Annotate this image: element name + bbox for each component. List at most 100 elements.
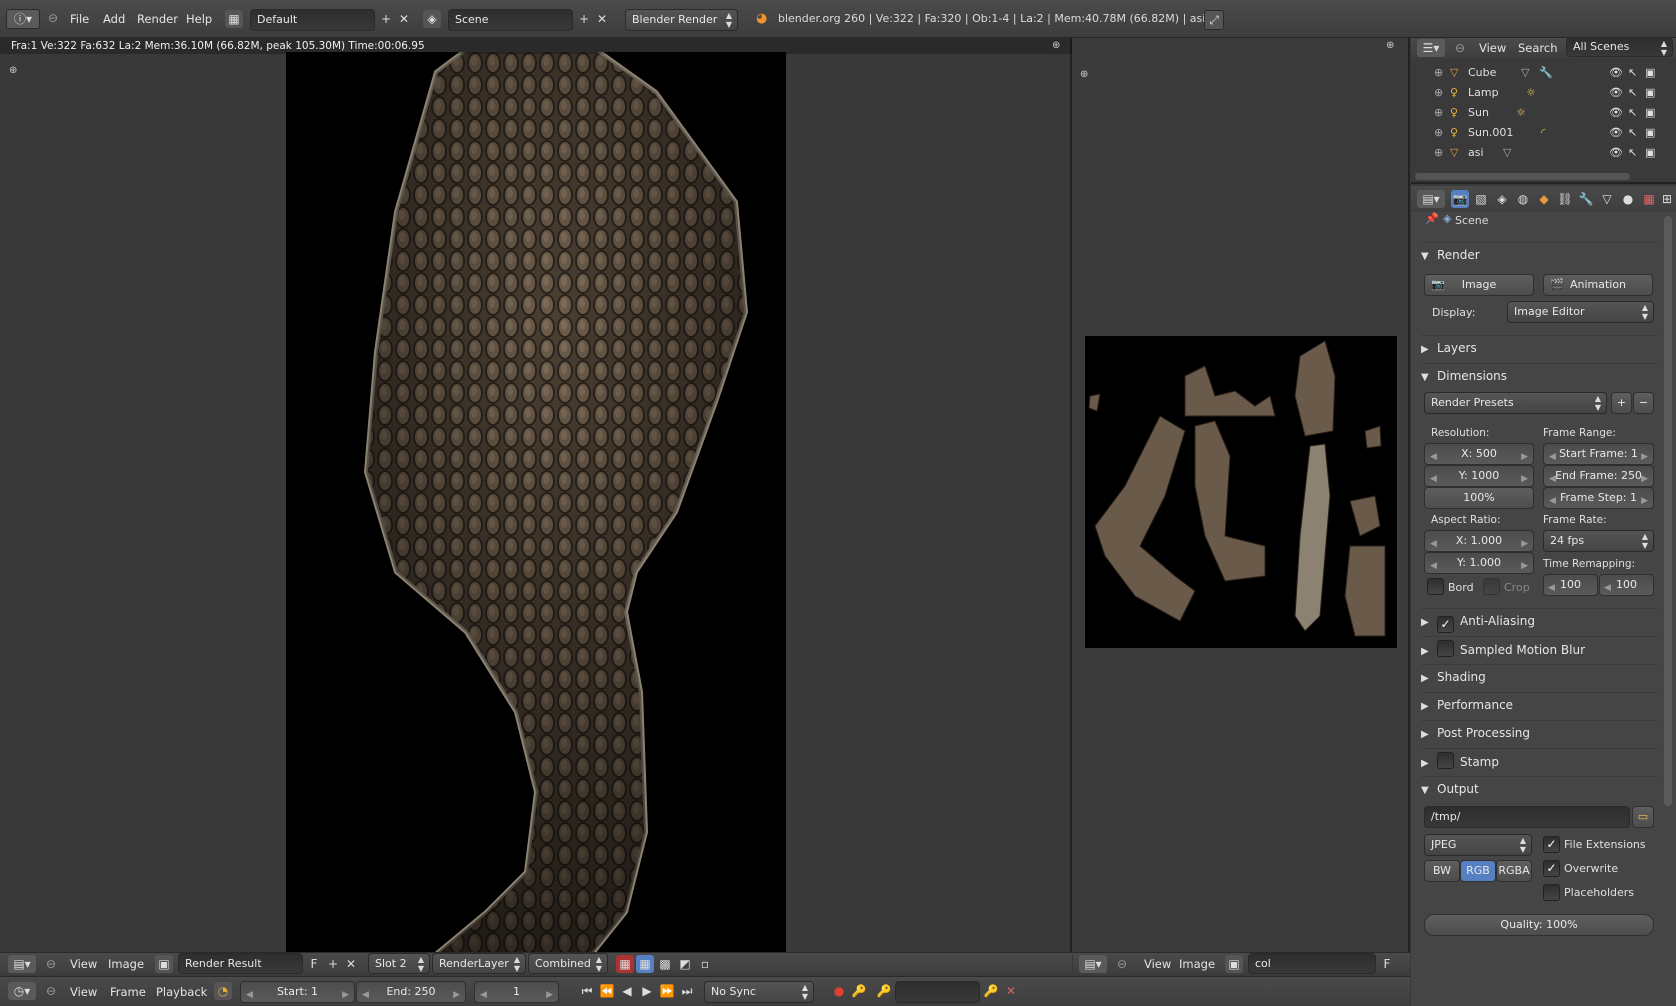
active-keying-set-icon[interactable]: 🔑: [875, 982, 893, 1000]
selectable-cursor-icon[interactable]: ↖: [1628, 83, 1637, 103]
insert-keyframe-icon[interactable]: 🔑: [982, 982, 1000, 1000]
image-browse-icon[interactable]: ▣: [1225, 955, 1243, 973]
fullscreen-icon[interactable]: ⤢: [1204, 10, 1224, 30]
data-context-icon[interactable]: ▽: [1598, 190, 1616, 208]
selectable-cursor-icon[interactable]: ↖: [1628, 63, 1637, 83]
increment-arrow-icon[interactable]: ▶: [1641, 491, 1648, 511]
expand-icon[interactable]: ⊕: [1434, 143, 1443, 163]
menu-render[interactable]: Render: [137, 12, 178, 26]
decrement-arrow-icon[interactable]: ◀: [1430, 534, 1437, 554]
menu-image[interactable]: Image: [1179, 957, 1215, 971]
visibility-eye-icon[interactable]: 👁: [1609, 103, 1623, 123]
jump-keyframe-forward-icon[interactable]: ⏩: [658, 982, 676, 1000]
menu-view[interactable]: View: [1144, 957, 1171, 971]
physics-context-icon[interactable]: ⊞: [1658, 190, 1676, 208]
texture-context-icon[interactable]: ▦: [1640, 190, 1658, 208]
panel-motion-blur-header[interactable]: ▶ Sampled Motion Blur: [1421, 636, 1657, 661]
start-frame-field[interactable]: ◀ Start: 1 ▶: [240, 981, 355, 1003]
remove-layout-icon[interactable]: ✕: [395, 10, 413, 28]
fake-user-button[interactable]: F: [305, 955, 323, 973]
editor-type-properties-icon[interactable]: ▤▾: [1417, 190, 1445, 208]
renderable-camera-icon[interactable]: ▣: [1645, 103, 1655, 123]
increment-arrow-icon[interactable]: ▶: [1521, 447, 1528, 467]
visibility-eye-icon[interactable]: 👁: [1609, 83, 1623, 103]
collapse-menu-icon[interactable]: ⊖: [44, 9, 62, 27]
menu-view[interactable]: View: [1479, 41, 1506, 55]
add-preset-button[interactable]: +: [1611, 392, 1632, 414]
file-format-select[interactable]: JPEG ▲ ▼: [1424, 834, 1532, 856]
decrement-arrow-icon[interactable]: ◀: [1430, 469, 1437, 489]
scene-context-icon[interactable]: ◈: [1493, 190, 1511, 208]
slot-select[interactable]: Slot 2 ▲ ▼: [368, 953, 430, 974]
resolution-y-field[interactable]: ◀ Y: 1000 ▶: [1424, 465, 1534, 487]
region-plus-icon[interactable]: ⊕: [9, 65, 17, 76]
image-editor-render[interactable]: Fra:1 Ve:322 Fa:632 La:2 Mem:36.10M (66.…: [0, 38, 1072, 975]
folder-browse-icon[interactable]: ▭: [1632, 806, 1654, 828]
outliner-item[interactable]: ⊕ ▽ asi ▽ 👁 ↖ ▣: [1411, 143, 1676, 163]
play-icon[interactable]: ▶: [638, 982, 656, 1000]
expand-icon[interactable]: ⊕: [1434, 63, 1443, 83]
object-context-icon[interactable]: ◆: [1535, 190, 1553, 208]
modifiers-context-icon[interactable]: 🔧: [1577, 190, 1595, 208]
keying-set-field[interactable]: [895, 981, 980, 1003]
render-animation-button[interactable]: 🎬 Animation: [1543, 274, 1653, 296]
increment-arrow-icon[interactable]: ▶: [453, 985, 460, 1005]
decrement-arrow-icon[interactable]: ◀: [1549, 491, 1556, 511]
time-remap-new-field[interactable]: ◀ 100: [1599, 574, 1654, 596]
region-plus-icon-right[interactable]: ⊕: [1052, 40, 1060, 51]
collapse-menu-icon[interactable]: ⊖: [1451, 39, 1469, 57]
render-engine-select[interactable]: Blender Render ▲ ▼: [625, 9, 738, 31]
decrement-arrow-icon[interactable]: ◀: [480, 985, 487, 1005]
resolution-percentage-slider[interactable]: 100%: [1424, 487, 1534, 509]
quality-slider[interactable]: Quality: 100%: [1424, 914, 1654, 936]
fake-user-button[interactable]: F: [1378, 955, 1396, 973]
keying-set-icon[interactable]: 🔑: [850, 982, 868, 1000]
world-context-icon[interactable]: ◍: [1514, 190, 1532, 208]
visibility-eye-icon[interactable]: 👁: [1609, 123, 1623, 143]
selectable-cursor-icon[interactable]: ↖: [1628, 103, 1637, 123]
editor-type-info-icon[interactable]: ⓘ▾: [6, 9, 40, 29]
scene-icon[interactable]: ◈: [423, 10, 441, 28]
menu-search[interactable]: Search: [1518, 41, 1558, 55]
menu-add[interactable]: Add: [103, 12, 125, 26]
editor-type-image-icon[interactable]: ▤▾: [1079, 955, 1107, 973]
expand-icon[interactable]: ⊕: [1434, 103, 1443, 123]
jump-keyframe-back-icon[interactable]: ⏪: [598, 982, 616, 1000]
decrement-arrow-icon[interactable]: ◀: [1604, 578, 1611, 598]
decrement-arrow-icon[interactable]: ◀: [362, 985, 369, 1005]
expand-icon[interactable]: ⊕: [1434, 83, 1443, 103]
material-context-icon[interactable]: ●: [1619, 190, 1637, 208]
end-frame-field[interactable]: ◀ End: 250 ▶: [356, 981, 466, 1003]
frame-step-field[interactable]: ◀ Frame Step: 1 ▶: [1543, 487, 1654, 509]
panel-performance-header[interactable]: ▶ Performance: [1421, 692, 1657, 717]
image-name-field[interactable]: Render Result: [178, 953, 303, 974]
outliner-item[interactable]: ⊕ ♀ Sun.001 ◜ 👁 ↖ ▣: [1411, 123, 1676, 143]
panel-stamp-header[interactable]: ▶ Stamp: [1421, 748, 1657, 773]
curves-icon[interactable]: ◩: [676, 955, 694, 973]
selectable-cursor-icon[interactable]: ↖: [1628, 143, 1637, 163]
outliner-scrollbar[interactable]: [1415, 173, 1630, 180]
record-icon[interactable]: ●: [830, 982, 848, 1000]
display-select[interactable]: Image Editor ▲ ▼: [1507, 301, 1654, 323]
panel-layers-header[interactable]: ▶ Layers: [1421, 335, 1657, 360]
increment-arrow-icon[interactable]: ▶: [342, 985, 349, 1005]
properties-editor[interactable]: ▤▾ 📷 ▧ ◈ ◍ ◆ ⛓ 🔧 ▽ ● ▦ ⊞ 📌 ◈ Scene ▼ Rend…: [1411, 186, 1676, 1006]
sample-icon[interactable]: ▫: [696, 955, 714, 973]
editor-type-outliner-icon[interactable]: ☰▾: [1417, 39, 1445, 57]
jump-start-icon[interactable]: ⏮: [578, 982, 596, 1000]
visibility-eye-icon[interactable]: 👁: [1609, 63, 1623, 83]
motion-blur-checkbox[interactable]: [1437, 640, 1454, 657]
image-editor-texture[interactable]: ⊕ ⊕ ▤▾ ⊖ View Image ▣ col F: [1073, 38, 1410, 975]
selectable-cursor-icon[interactable]: ↖: [1628, 123, 1637, 143]
screen-layout-field[interactable]: Default: [250, 9, 375, 31]
crop-checkbox[interactable]: [1483, 578, 1500, 595]
render-image-button[interactable]: 📷 Image: [1424, 274, 1534, 296]
menu-view[interactable]: View: [70, 985, 97, 999]
panel-shading-header[interactable]: ▶ Shading: [1421, 664, 1657, 689]
stamp-checkbox[interactable]: [1437, 752, 1454, 769]
editor-type-timeline-icon[interactable]: ◷▾: [8, 982, 36, 1000]
increment-arrow-icon[interactable]: ▶: [1521, 469, 1528, 489]
draw-channels-icon[interactable]: ▦: [616, 955, 634, 973]
visibility-eye-icon[interactable]: 👁: [1609, 143, 1623, 163]
preview-range-icon[interactable]: ◔: [214, 982, 232, 1000]
